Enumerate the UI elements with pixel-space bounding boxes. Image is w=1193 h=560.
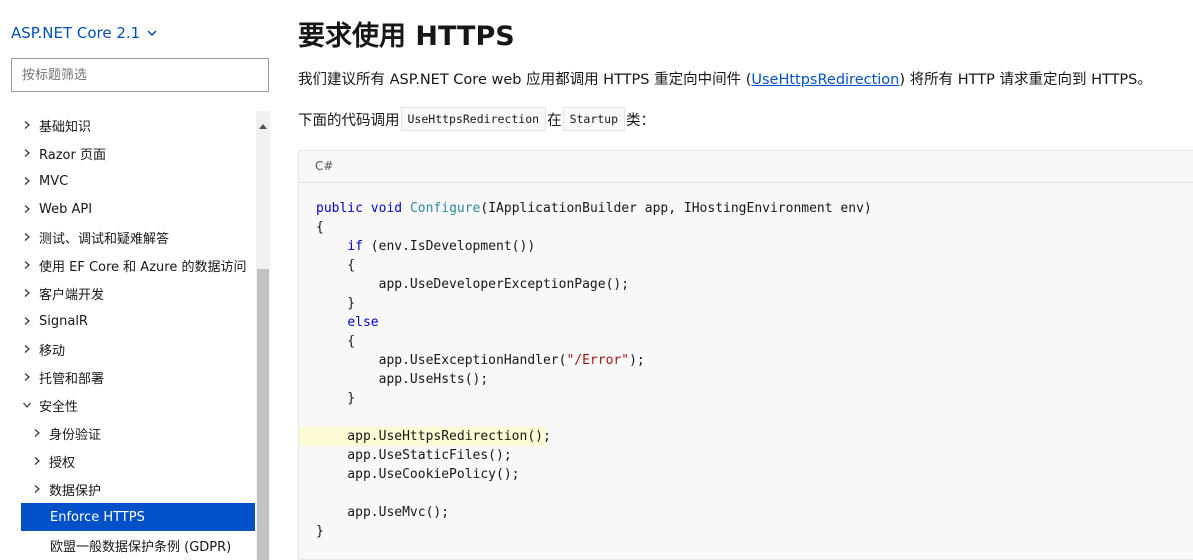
code-intro-after: 类： — [626, 112, 656, 129]
code-line: { — [316, 334, 356, 349]
code-header-divider — [299, 182, 1193, 183]
code-line: app.UseHttpsRedirection(); — [299, 427, 551, 446]
toc-item-label: 测试、调试和疑难解答 — [39, 231, 170, 247]
toc-item-label: 移动 — [39, 343, 66, 359]
toc-item-label: 使用 EF Core 和 Azure 的数据访问 — [39, 259, 247, 275]
code-lines: public void Configure(IApplicationBuilde… — [299, 199, 1193, 541]
chevron-down-icon — [147, 30, 157, 37]
code-intro-paragraph: 下面的代码调用 UseHttpsRedirection 在 Startup 类： — [298, 107, 655, 131]
toc-item-label: MVC — [39, 173, 69, 189]
toc-item-label: SignalR — [39, 313, 88, 329]
chevron-right-icon — [20, 314, 34, 328]
code-block: C# public void Configure(IApplicationBui… — [298, 150, 1193, 560]
code-line: { — [316, 220, 324, 235]
toc-item-label: 基础知识 — [39, 119, 92, 135]
toc-item-mvc[interactable]: MVC — [20, 167, 256, 195]
chevron-right-icon — [30, 482, 44, 496]
code-intro-middle: 在 — [547, 112, 562, 129]
toc-item-signalr[interactable]: SignalR — [20, 307, 256, 335]
version-selector[interactable]: ASP.NET Core 2.1 — [11, 24, 158, 42]
intro-text-before: 我们建议所有 ASP.NET Core web 应用都调用 HTTPS 重定向中… — [298, 72, 752, 88]
toc-item-hosting[interactable]: 托管和部署 — [20, 363, 256, 391]
toc-item-basics[interactable]: 基础知识 — [20, 111, 256, 139]
version-label: ASP.NET Core 2.1 — [11, 24, 141, 42]
chevron-right-icon — [20, 174, 34, 188]
toc-item-label: 身份验证 — [49, 427, 102, 443]
inline-code-startup: Startup — [562, 107, 626, 131]
toc-item-label: 授权 — [49, 455, 76, 471]
toc-item-razor-pages[interactable]: Razor 页面 — [20, 139, 256, 167]
code-line: app.UseExceptionHandler("/Error"); — [316, 353, 645, 368]
scrollbar-thumb[interactable] — [257, 269, 269, 560]
chevron-right-icon — [30, 426, 44, 440]
use-https-redirection-link[interactable]: UseHttpsRedirection — [751, 72, 899, 88]
code-line: ​ — [299, 408, 1193, 427]
code-line: app.UseMvc(); — [316, 505, 450, 520]
chevron-down-icon — [20, 398, 34, 412]
toc-item-gdpr[interactable]: 欧盟一般数据保护条例 (GDPR) — [21, 531, 255, 559]
code-intro-before: 下面的代码调用 — [298, 112, 400, 129]
code-line: { — [316, 258, 356, 273]
code-line: else — [347, 315, 379, 330]
inline-code-use-https-redirection: UseHttpsRedirection — [400, 107, 547, 131]
chevron-right-icon — [20, 230, 34, 244]
table-of-contents: 基础知识 Razor 页面 MVC Web API 测试、调试和疑难解答 使用 … — [0, 111, 256, 560]
toc-item-label: 数据保护 — [49, 483, 102, 499]
code-line: app.UseStaticFiles(); — [316, 448, 512, 463]
scroll-up-arrow-icon[interactable] — [256, 119, 270, 133]
intro-text-after: ) 将所有 HTTP 请求重定向到 HTTPS。 — [899, 72, 1152, 88]
chevron-right-icon — [20, 258, 34, 272]
toc-item-testing[interactable]: 测试、调试和疑难解答 — [20, 223, 256, 251]
code-line: app.UseDeveloperExceptionPage(); — [316, 277, 630, 292]
toc-item-data-protection[interactable]: 数据保护 — [30, 475, 256, 503]
chevron-right-icon — [20, 202, 34, 216]
chevron-right-icon — [30, 454, 44, 468]
toc-item-label: 欧盟一般数据保护条例 (GDPR) — [50, 539, 232, 555]
toc-item-label: Razor 页面 — [39, 147, 106, 163]
code-line: ​ — [299, 484, 1193, 503]
chevron-right-icon — [20, 286, 34, 300]
toc-item-authentication[interactable]: 身份验证 — [30, 419, 256, 447]
toc-item-web-api[interactable]: Web API — [20, 195, 256, 223]
toc-item-security[interactable]: 安全性 — [20, 391, 256, 419]
toc-item-authorization[interactable]: 授权 — [30, 447, 256, 475]
toc-item-label: Web API — [39, 201, 93, 217]
toc-scrollbar[interactable] — [256, 111, 270, 560]
code-line: public void Configure(IApplicationBuilde… — [316, 201, 872, 216]
chevron-right-icon — [20, 118, 34, 132]
filter-by-title-input[interactable] — [11, 58, 269, 92]
intro-paragraph: 我们建议所有 ASP.NET Core web 应用都调用 HTTPS 重定向中… — [298, 68, 1152, 89]
code-line: } — [316, 524, 324, 539]
toc-item-label: 客户端开发 — [39, 287, 105, 303]
toc-item-mobile[interactable]: 移动 — [20, 335, 256, 363]
chevron-right-icon — [20, 146, 34, 160]
toc-item-data-access[interactable]: 使用 EF Core 和 Azure 的数据访问 — [20, 251, 256, 279]
page-title: 要求使用 HTTPS — [298, 21, 515, 52]
toc-item-enforce-https[interactable]: Enforce HTTPS — [21, 503, 255, 531]
chevron-right-icon — [20, 342, 34, 356]
code-line: if (env.IsDevelopment()) — [347, 239, 536, 254]
toc-item-label: 安全性 — [39, 399, 79, 415]
main-content: 要求使用 HTTPS 我们建议所有 ASP.NET Core web 应用都调用… — [298, 0, 1193, 560]
code-line: } — [316, 391, 356, 406]
sidebar: ASP.NET Core 2.1 基础知识 Razor 页面 MVC Web A… — [0, 0, 280, 560]
toc-item-label: Enforce HTTPS — [50, 509, 145, 525]
code-line: app.UseHsts(); — [316, 372, 489, 387]
chevron-right-icon — [20, 370, 34, 384]
code-language-label: C# — [315, 159, 334, 173]
code-line: } — [316, 296, 356, 311]
toc-item-label: 托管和部署 — [39, 371, 105, 387]
code-line: app.UseCookiePolicy(); — [316, 467, 520, 482]
toc-item-client-dev[interactable]: 客户端开发 — [20, 279, 256, 307]
